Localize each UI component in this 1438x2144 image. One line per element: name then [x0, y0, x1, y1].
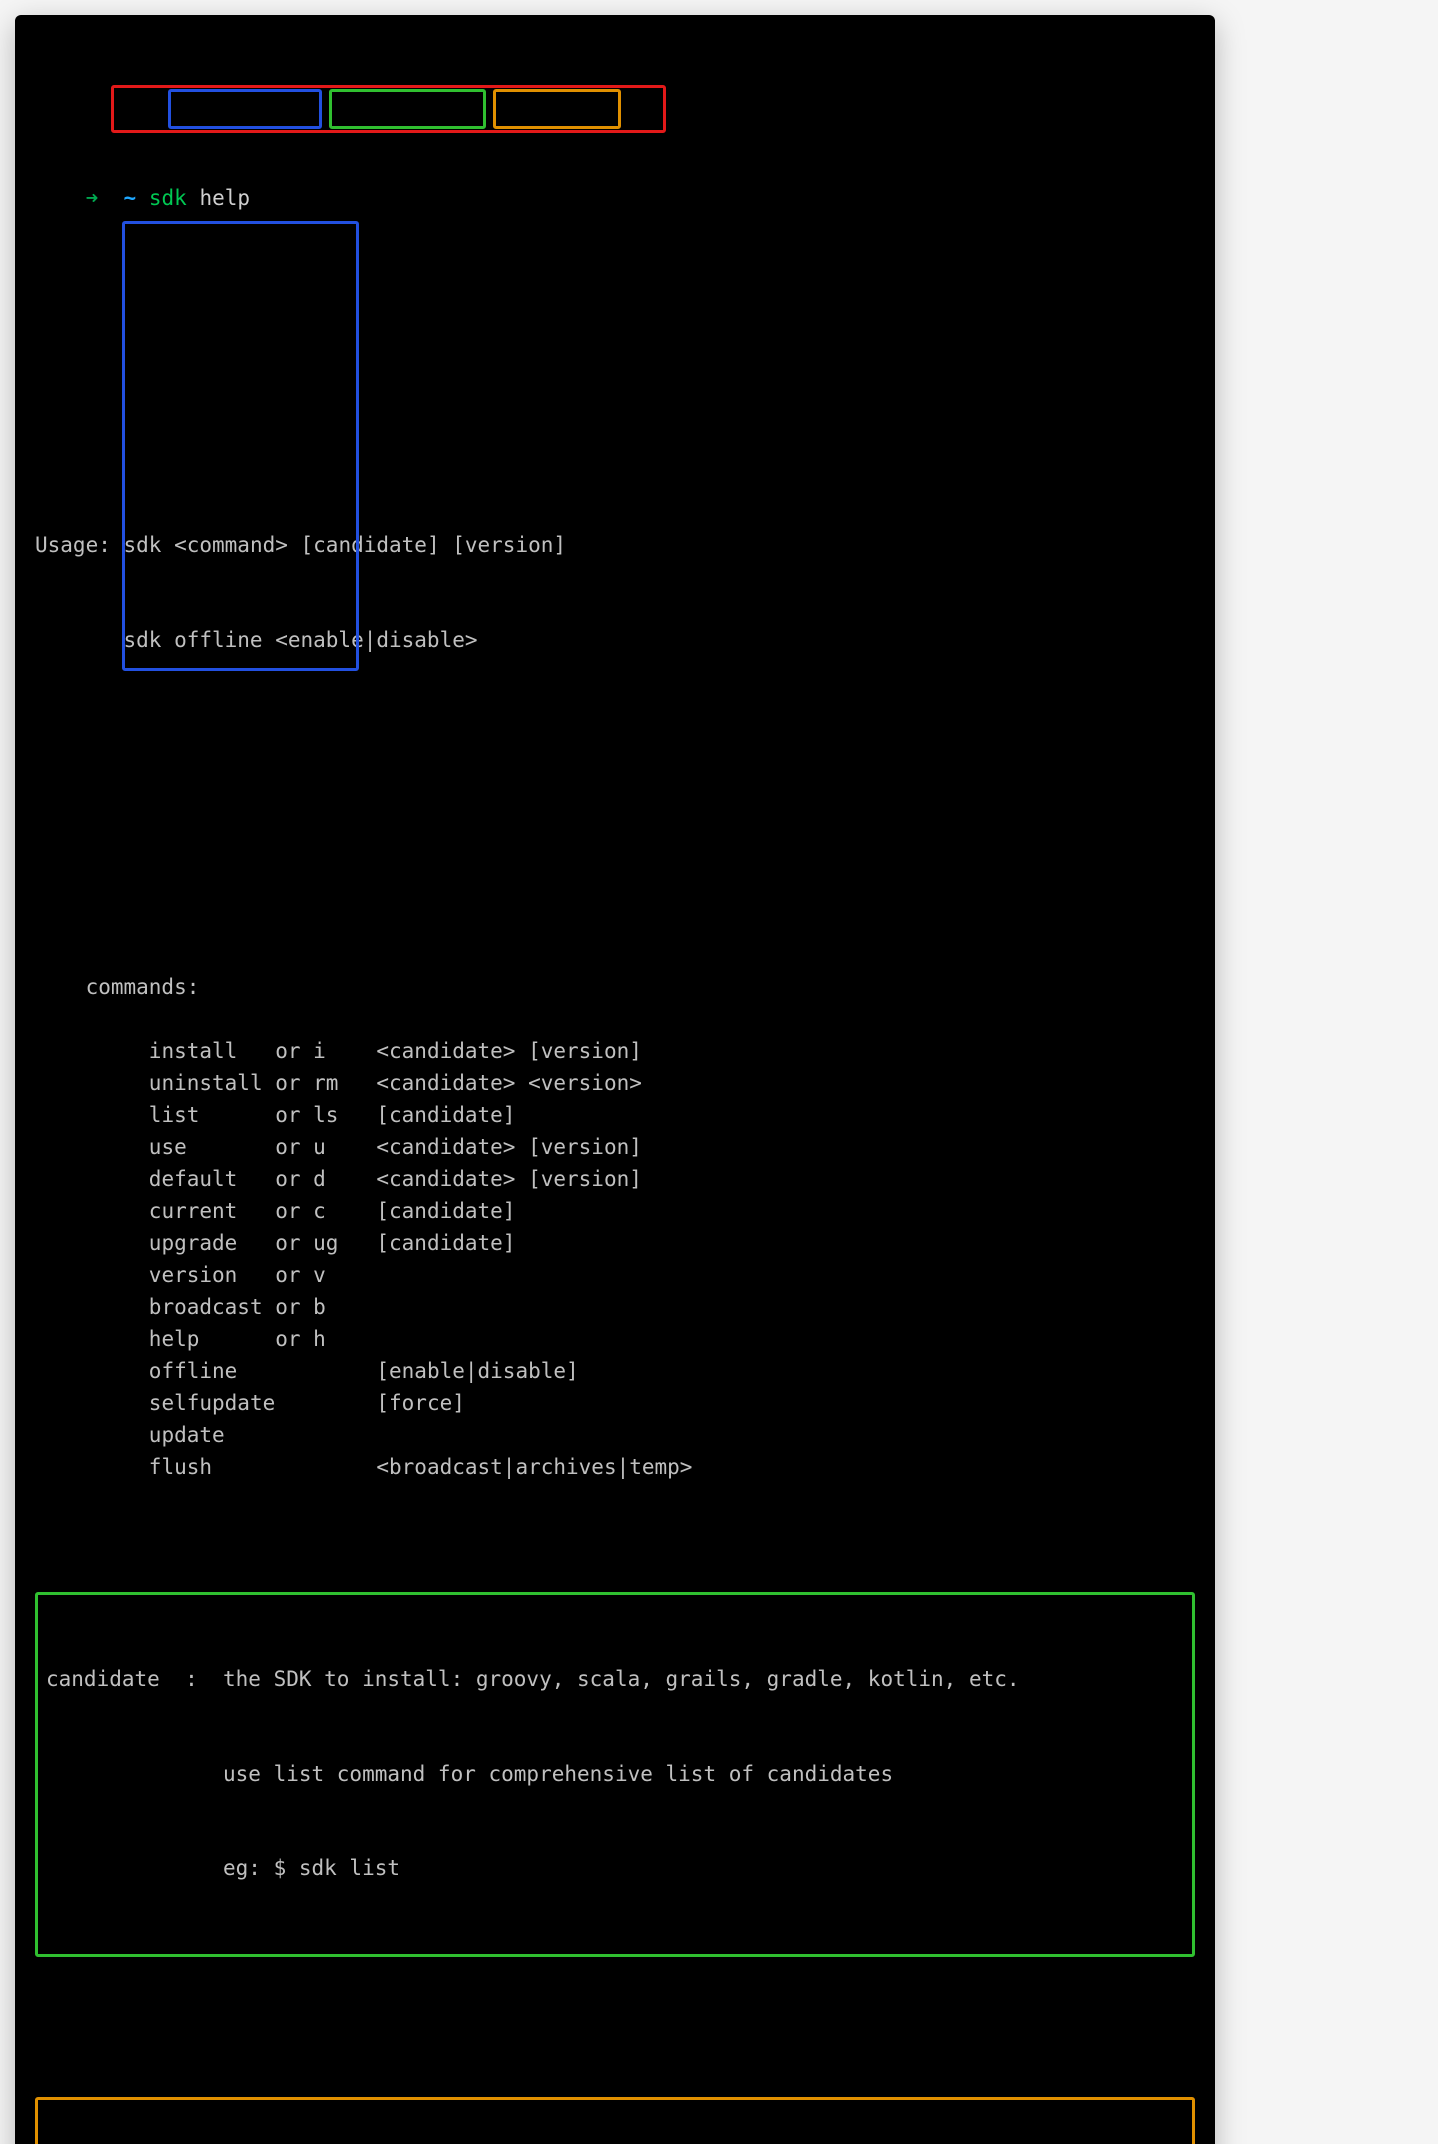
command-row: default or d <candidate> [version]	[60, 1164, 692, 1196]
prompt-path: ~	[124, 186, 137, 210]
version-description: version : where optional, defaults to la…	[35, 2097, 1195, 2144]
usage-line2: sdk offline <enable|disable>	[35, 625, 1195, 657]
command-row: list or ls [candidate]	[60, 1100, 692, 1132]
annotation-blue-command	[168, 89, 322, 129]
annotation-green-candidate	[329, 89, 486, 129]
command-row: uninstall or rm <candidate> <version>	[60, 1068, 692, 1100]
command-row: broadcast or b	[60, 1292, 692, 1324]
usage-block: Usage: sdk <command> [candidate] [versio…	[35, 467, 1195, 720]
commands-list: install or i <candidate> [version] unins…	[60, 1036, 692, 1484]
annotation-orange-version	[493, 89, 621, 129]
usage-line1: sdk <command> [candidate] [version]	[124, 533, 567, 557]
command-row: selfupdate [force]	[60, 1388, 692, 1420]
prompt-line[interactable]: ➜ ~ sdk help	[35, 151, 1195, 246]
command-row: version or v	[60, 1260, 692, 1292]
terminal-window: ➜ ~ sdk help Usage: sdk <command> [candi…	[15, 15, 1215, 2144]
prompt-arrow-icon: ➜	[86, 186, 99, 210]
candidate-description: candidate : the SDK to install: groovy, …	[35, 1592, 1195, 1957]
command-row: install or i <candidate> [version]	[60, 1036, 692, 1068]
commands-label: commands:	[35, 972, 1195, 1004]
command-row: upgrade or ug [candidate]	[60, 1228, 692, 1260]
usage-label: Usage:	[35, 533, 111, 557]
command-row: flush <broadcast|archives|temp>	[60, 1452, 692, 1484]
typed-arg: help	[199, 186, 250, 210]
command-row: use or u <candidate> [version]	[60, 1132, 692, 1164]
typed-command: sdk	[149, 186, 187, 210]
command-row: offline [enable|disable]	[60, 1356, 692, 1388]
command-row: current or c [candidate]	[60, 1196, 692, 1228]
command-row: update	[60, 1420, 692, 1452]
annotation-red-usage	[111, 85, 666, 133]
command-row: help or h	[60, 1324, 692, 1356]
